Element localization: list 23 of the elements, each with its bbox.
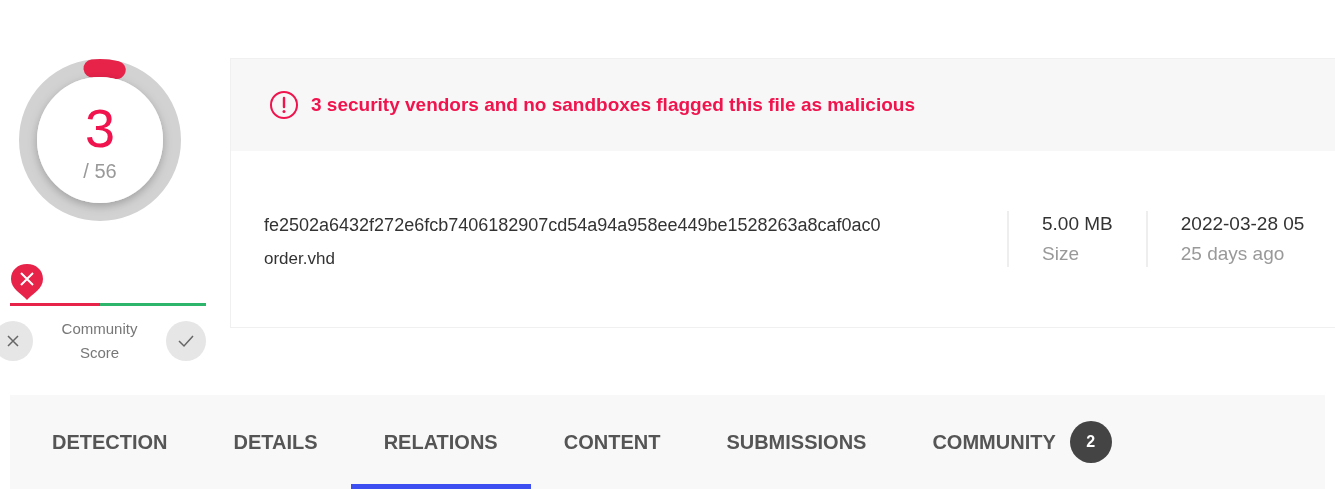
file-hash: fe2502a6432f272e6fcb7406182907cd54a94a958ee449be1528263a8caf0ac0 <box>264 214 882 237</box>
negative-vote-marker-icon <box>9 262 45 302</box>
close-icon <box>6 334 20 348</box>
warning-icon <box>269 90 299 120</box>
tab[interactable]: SUBMISSIONS <box>693 395 900 489</box>
tab[interactable]: RELATIONS <box>350 395 531 489</box>
check-icon <box>177 334 195 348</box>
property-label: 25 days ago <box>1180 243 1286 265</box>
alert-message: 3 security vendors and no sandboxes flagged this file as malicious <box>311 94 915 116</box>
tab[interactable]: DETAILS <box>200 395 351 489</box>
tab[interactable]: DETECTION <box>19 395 201 489</box>
detection-count: 3 <box>84 98 115 158</box>
vote-harmless-button[interactable] <box>0 321 33 361</box>
property-label: Size <box>1042 243 1080 265</box>
property-value: 2022-03-28 05 <box>1180 213 1305 235</box>
count-badge: 2 <box>1069 421 1112 463</box>
property-value: 5.00 MB <box>1042 213 1113 235</box>
vote-button[interactable] <box>166 321 206 361</box>
community-score-label: Community Score <box>60 319 139 363</box>
tab[interactable]: CONTENT <box>530 395 694 489</box>
file-name: order.vhd <box>264 249 336 269</box>
tab[interactable]: COMMUNITY 2 <box>899 395 1145 489</box>
detection-total: / 56 <box>83 160 117 183</box>
